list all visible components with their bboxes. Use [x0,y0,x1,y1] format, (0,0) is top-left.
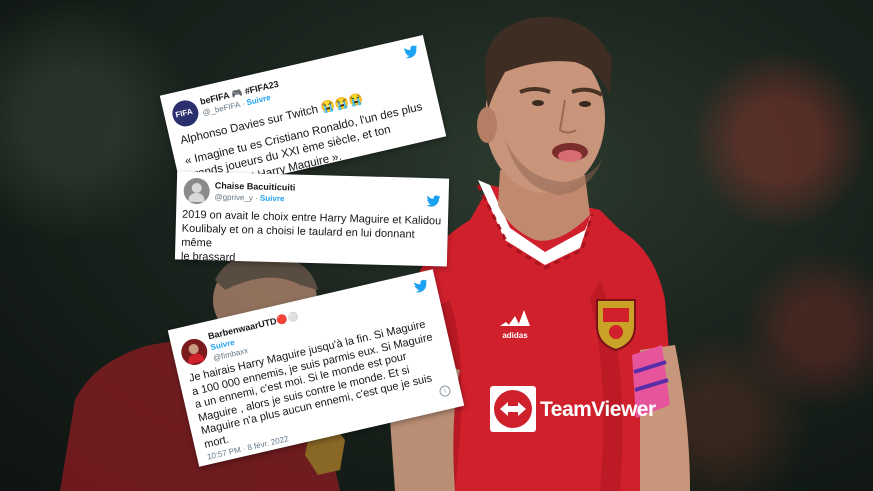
follow-link[interactable]: Suivre [260,194,285,204]
twitter-bird-icon [414,279,428,293]
adidas-logo: adidas [498,306,532,340]
adidas-wordmark: adidas [502,331,528,340]
avatar [178,336,210,368]
sponsor-logo: TeamViewer [490,386,656,434]
avatar [183,177,211,205]
twitter-bird-icon [426,195,441,207]
club-crest [593,296,639,352]
author-handle-row: @gprive_y · Suivre [214,192,285,204]
avatar: FIFA [169,97,201,129]
teamviewer-icon [490,386,536,432]
author-name: Chaise Bacuiticuiti [214,180,296,193]
author-handle: @gprive_y [214,192,254,203]
tweet-card-chaise[interactable]: Chaise Bacuiticuiti @gprive_y · Suivre 2… [174,171,450,267]
avatar-logo-text: FIFA [174,106,194,120]
sponsor-text: TeamViewer [540,398,656,421]
tweet-text: 2019 on avait le choix entre Harry Magui… [181,208,444,271]
twitter-bird-icon [404,45,418,59]
